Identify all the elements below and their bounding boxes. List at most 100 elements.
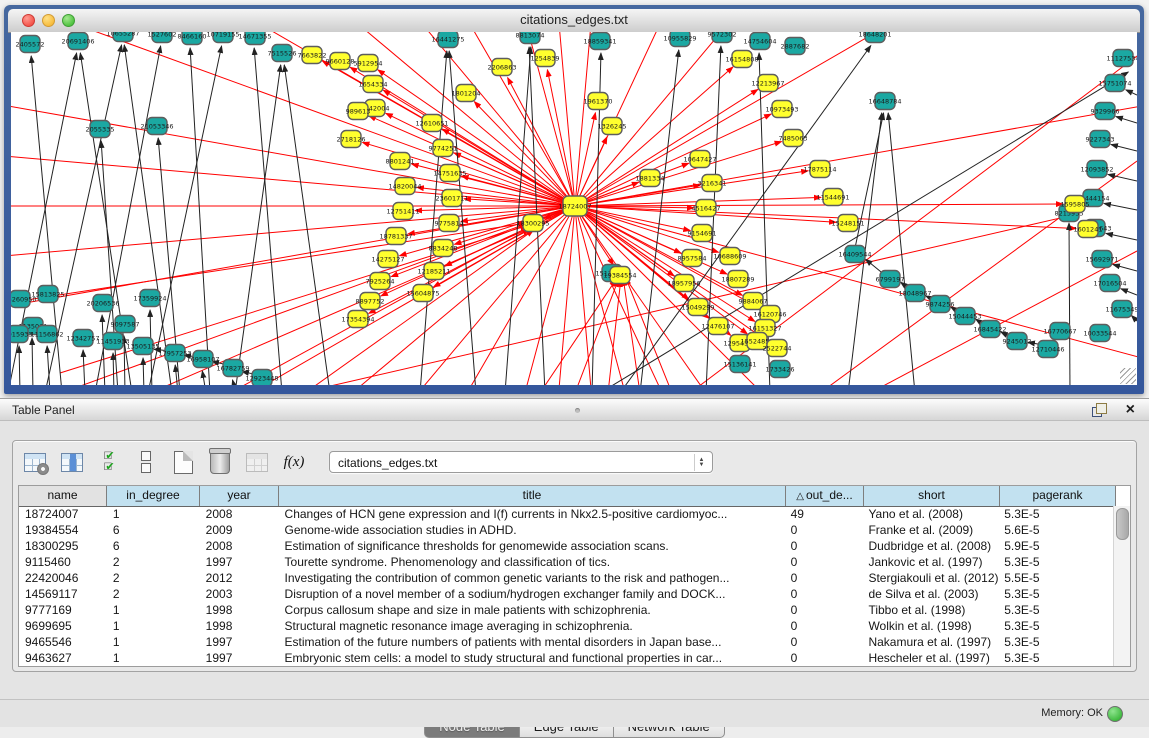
network-graph[interactable]: 2405572206914061065528715276028466160107… — [11, 32, 1137, 385]
network-node-selected[interactable]: 7485063 — [779, 130, 808, 147]
citation-edge-red[interactable] — [547, 70, 575, 206]
network-node[interactable]: 15136141 — [723, 356, 756, 373]
network-node[interactable]: 9227343 — [1086, 131, 1115, 148]
citation-edge-red[interactable] — [305, 230, 533, 385]
network-node[interactable]: 14671355 — [238, 32, 271, 45]
network-node[interactable]: 18648201 — [858, 32, 891, 43]
citation-edge-black[interactable] — [888, 113, 915, 385]
citation-edge-black[interactable] — [1104, 203, 1137, 210]
network-node-selected[interactable]: 8897752 — [356, 293, 385, 310]
network-node-selected[interactable]: 1881334 — [636, 170, 665, 187]
citation-edge-black[interactable] — [143, 358, 144, 385]
network-node-selected[interactable]: 8801241 — [386, 153, 415, 170]
network-node[interactable]: 12923448 — [245, 370, 278, 386]
citation-edge-black[interactable] — [855, 113, 884, 248]
citation-edge-black[interactable] — [113, 353, 114, 385]
table-row[interactable]: 1938455462009Genome-wide association stu… — [19, 522, 1114, 538]
network-node-selected[interactable]: 5912954 — [354, 55, 383, 72]
table-panel-header[interactable]: Table Panel × — [0, 398, 1149, 421]
network-desktop[interactable]: citations_edges.txt 24055722069140610655… — [0, 0, 1149, 398]
new-table-button[interactable] — [169, 448, 197, 476]
network-node[interactable]: 2055335 — [86, 121, 115, 138]
network-node-selected[interactable]: 8957584 — [678, 250, 707, 267]
memory-indicator[interactable] — [1107, 706, 1123, 722]
table-row[interactable]: 2242004622012Investigating the contribut… — [19, 570, 1114, 586]
network-node[interactable]: 15044453 — [948, 308, 981, 325]
column-header-name[interactable]: name — [19, 486, 107, 506]
network-node-selected[interactable]: 8834248 — [429, 240, 458, 257]
network-node-selected[interactable]: 15248151 — [831, 215, 864, 232]
citation-edge-black[interactable] — [1131, 315, 1137, 321]
network-node[interactable]: 11675349 — [1105, 301, 1137, 318]
network-node[interactable]: 12342757 — [66, 330, 99, 347]
network-node-selected[interactable]: 23601711 — [435, 190, 468, 207]
network-node[interactable]: 20206536 — [86, 295, 119, 312]
network-node[interactable]: 9245012 — [1003, 333, 1032, 350]
network-node-selected[interactable]: 18807289 — [721, 271, 754, 288]
network-node-selected[interactable]: 17875114 — [803, 161, 836, 178]
select-all-columns-button[interactable]: ✔✔ — [95, 448, 123, 476]
citation-edge-red[interactable] — [20, 223, 525, 301]
network-node-selected[interactable]: 1801204 — [452, 85, 481, 102]
network-node-selected[interactable]: 1654334 — [359, 76, 388, 93]
network-node[interactable]: 9572302 — [708, 32, 737, 43]
unselect-all-columns-button[interactable] — [132, 448, 160, 476]
network-node-selected[interactable]: 2206863 — [488, 59, 517, 76]
table-row[interactable]: 1456911722003Disruption of a novel membe… — [19, 586, 1114, 602]
network-node-selected[interactable]: 12213967 — [751, 75, 784, 92]
table-row[interactable]: 911546021997Tourette syndrome. Phenomeno… — [19, 554, 1114, 570]
network-node[interactable]: 8813074 — [516, 32, 545, 44]
network-node[interactable]: 16770667 — [1043, 323, 1076, 340]
network-node[interactable]: 21053346 — [140, 118, 173, 135]
network-node[interactable]: 15751074 — [1098, 75, 1131, 92]
citation-edge-red[interactable] — [575, 206, 1076, 228]
citation-edge-black[interactable] — [1116, 117, 1137, 123]
function-builder-button[interactable]: f(x) — [280, 448, 308, 476]
network-node[interactable]: 13505135 — [126, 338, 159, 355]
network-node[interactable]: 10719155 — [206, 32, 239, 43]
network-node[interactable]: 10033544 — [1083, 325, 1116, 342]
window-titlebar[interactable]: citations_edges.txt — [8, 9, 1140, 33]
table-row[interactable]: 946554611997Estimation of the future num… — [19, 634, 1114, 650]
network-node[interactable]: 18048967 — [898, 285, 931, 302]
citation-edge-black[interactable] — [1126, 90, 1137, 95]
network-node[interactable]: 1527602 — [148, 32, 177, 43]
network-node-selected[interactable]: 3216341 — [698, 175, 727, 192]
table-row[interactable]: 977716911998Corpus callosum shape and si… — [19, 602, 1114, 618]
network-node-selected[interactable]: 1595805 — [1061, 196, 1090, 213]
network-node[interactable]: 11127534 — [1106, 50, 1137, 67]
network-node-selected[interactable]: 7925264 — [366, 273, 395, 290]
network-node-selected[interactable]: 12751411 — [386, 203, 419, 220]
citation-edge-red[interactable] — [11, 84, 575, 206]
column-header-in_degree[interactable]: in_degree — [107, 486, 200, 506]
citation-edge-black[interactable] — [19, 346, 20, 385]
citation-edge-black[interactable] — [190, 48, 210, 385]
citation-edge-black[interactable] — [202, 371, 206, 385]
network-node[interactable]: 20691406 — [61, 33, 94, 50]
network-node-selected[interactable]: 11544691 — [816, 189, 849, 206]
network-node[interactable]: 12710446 — [1031, 341, 1064, 358]
citation-edge-black[interactable] — [640, 50, 679, 385]
citation-edge-black[interactable] — [254, 48, 282, 385]
network-node[interactable]: 16441275 — [431, 32, 464, 48]
network-node-selected[interactable]: 1326245 — [598, 118, 627, 135]
citation-edge-black[interactable] — [284, 65, 330, 385]
panel-divider-grip[interactable] — [575, 408, 580, 413]
citation-edge-black[interactable] — [1106, 233, 1137, 240]
citation-edge-red[interactable] — [575, 171, 808, 206]
network-node[interactable]: 9874256 — [926, 296, 955, 313]
network-node-selected[interactable]: 2718126 — [337, 131, 366, 148]
table-select-dropdown[interactable]: citations_edges.txt ▲▼ — [329, 451, 713, 473]
network-node[interactable]: 6799197 — [876, 271, 905, 288]
network-node[interactable]: 10655287 — [106, 32, 139, 42]
network-hub-node[interactable]: 18724007 — [558, 196, 591, 216]
network-node-selected[interactable]: 14275127 — [371, 251, 404, 268]
column-header-title[interactable]: title — [279, 486, 786, 506]
delete-table-button[interactable] — [206, 448, 234, 476]
network-node[interactable]: 10955829 — [663, 32, 696, 47]
citation-edge-black[interactable] — [1111, 144, 1137, 151]
column-header-pagerank[interactable]: pagerank — [1000, 486, 1116, 506]
citation-edge-black[interactable] — [83, 350, 85, 385]
network-canvas[interactable]: 2405572206914061065528715276028466160107… — [11, 32, 1137, 385]
network-node[interactable]: 1733426 — [766, 361, 795, 378]
